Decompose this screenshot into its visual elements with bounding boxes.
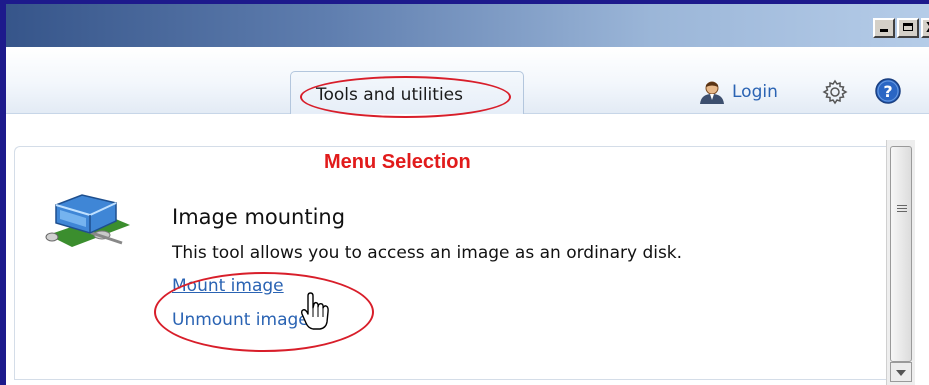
minimize-icon [880,29,888,32]
title-bar: X [6,4,929,47]
user-icon [700,81,724,104]
disk-mount-icon [45,194,130,247]
vertical-scrollbar[interactable] [886,140,915,385]
close-button[interactable]: X [921,18,929,38]
content-panel [14,146,887,380]
tab-tools-and-utilities[interactable]: Tools and utilities [290,71,524,114]
scrollbar-thumb[interactable] [890,146,912,362]
minimize-button[interactable] [873,18,895,38]
help-icon[interactable]: ? [874,77,902,105]
tab-bar: Tools and utilities [6,47,929,114]
gear-icon[interactable] [821,78,849,106]
tool-description: This tool allows you to access an image … [172,243,683,263]
tab-label: Tools and utilities [316,85,463,105]
hand-cursor-icon [300,292,329,330]
maximize-icon [903,23,913,31]
tool-title: Image mounting [172,205,346,229]
svg-text:?: ? [883,82,892,101]
grip-icon [897,205,907,214]
unmount-image-link[interactable]: Unmount image [172,310,309,330]
maximize-button[interactable] [897,18,919,38]
login-link[interactable]: Login [698,80,778,104]
window-controls: X [873,18,929,38]
login-label: Login [732,82,778,102]
mount-image-link[interactable]: Mount image [172,276,284,296]
menu-selection-annotation: Menu Selection [324,151,471,173]
scroll-down-button[interactable] [890,362,912,382]
